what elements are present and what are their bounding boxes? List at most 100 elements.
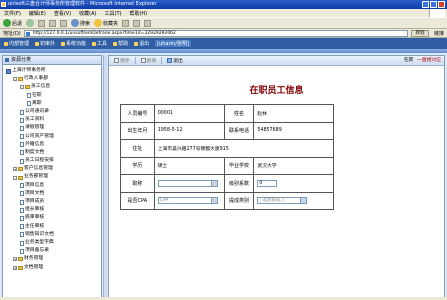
go-button[interactable]: 转到 xyxy=(410,29,429,37)
exit-button[interactable]: 退出 xyxy=(165,57,185,64)
tree-node[interactable]: 项目备忘录 xyxy=(3,247,101,255)
school-value[interactable]: 武汉大学 xyxy=(253,156,334,175)
tree-node[interactable]: + 文档管理 xyxy=(3,264,101,272)
education-value[interactable]: 硕士 xyxy=(153,156,225,175)
tree-node[interactable]: 上海计师事务所 xyxy=(3,67,101,75)
menu-help[interactable]: 帮助(H) xyxy=(129,10,147,17)
back-label: 后退 xyxy=(12,20,23,27)
tree-node[interactable]: 在职 xyxy=(3,91,101,100)
name-value[interactable]: 赵林 xyxy=(253,104,334,123)
computer-icon xyxy=(6,68,11,74)
print-icon[interactable] xyxy=(144,19,152,27)
commission-select[interactable]: [ 选加提成 ] xyxy=(257,197,308,205)
address-value[interactable]: 上海市吴兴路277号锦都大厦915 xyxy=(153,139,335,158)
menu-view[interactable]: 查看(V) xyxy=(54,10,71,17)
menu-tools[interactable]: 工具(T) xyxy=(105,10,122,17)
back-arrow-icon xyxy=(3,19,11,27)
tree-node-label: 公司资产管理 xyxy=(25,133,54,139)
refresh-icon[interactable] xyxy=(49,19,57,27)
tree-node[interactable]: - 业务部管理 xyxy=(3,173,101,181)
tree-node[interactable]: - 行政人事部 xyxy=(3,75,101,83)
maximize-button[interactable] xyxy=(430,1,437,8)
tree-node[interactable]: + 财务管理 xyxy=(3,255,101,263)
expand-icon[interactable]: + xyxy=(13,167,17,172)
tree-node[interactable]: 离职 xyxy=(3,100,101,108)
collapse-icon[interactable]: - xyxy=(13,77,17,82)
toolbar-divider xyxy=(134,57,136,64)
tree-node-label: 项目文档 xyxy=(25,190,45,196)
document-icon xyxy=(20,150,24,156)
breadcrumb-current: 在职 xyxy=(403,58,414,63)
birth-value[interactable]: 1958-5-12 xyxy=(153,121,225,140)
content-pane: 保存 新增 退出 在职 一盘相对应 在职员工信息 人员编号 00001 姓名 赵… xyxy=(108,55,445,298)
forward-button[interactable] xyxy=(26,19,35,27)
window-controls xyxy=(422,1,445,8)
tree-node[interactable]: 公司资产管理 xyxy=(3,133,101,141)
tree-node-label: 上海计师事务所 xyxy=(12,68,46,73)
tree-node[interactable]: 制度文档 xyxy=(3,149,101,157)
folder-icon xyxy=(25,85,30,90)
back-button[interactable]: 后退 xyxy=(3,19,22,27)
search-label: 搜索 xyxy=(80,20,91,27)
mail-icon[interactable] xyxy=(133,19,141,27)
menu-file[interactable]: 文件(F) xyxy=(4,10,21,17)
tree-node-label: 业务类型字典 xyxy=(25,239,54,245)
links-label[interactable]: 链接 xyxy=(434,30,444,37)
tree-node[interactable]: 项目信息 xyxy=(3,182,101,190)
level-input[interactable]: 0 xyxy=(257,179,278,187)
new-icon xyxy=(140,58,146,63)
search-button[interactable]: 搜索 xyxy=(71,19,90,27)
tree-node[interactable]: - 员工信息 xyxy=(3,83,101,91)
nav-icon xyxy=(35,41,40,46)
tree-node[interactable]: 员工日程安排 xyxy=(3,157,101,165)
pane-splitter[interactable] xyxy=(103,55,107,298)
tree-node-label: 员工日程安排 xyxy=(25,158,54,164)
save-button[interactable]: 保存 xyxy=(112,57,132,64)
tree-node[interactable]: 底审审核 xyxy=(3,214,101,222)
nav-logout[interactable]: 退出 xyxy=(134,40,149,47)
history-icon[interactable] xyxy=(122,19,130,27)
collapse-icon[interactable]: - xyxy=(20,85,24,90)
tree-node-label: 客户信息管理 xyxy=(24,166,53,172)
tree-node[interactable]: 项目成员 xyxy=(3,198,101,206)
tree-node[interactable]: 业务类型字典 xyxy=(3,239,101,247)
toolbar-divider xyxy=(161,57,163,64)
minimize-button[interactable] xyxy=(422,1,429,8)
collapse-icon[interactable]: - xyxy=(13,175,17,180)
tree-node[interactable]: 请假管理 xyxy=(3,124,101,132)
menu-favorites[interactable]: 收藏(A) xyxy=(79,10,96,17)
close-button[interactable] xyxy=(438,1,445,8)
folder-icon xyxy=(18,257,23,262)
home-icon[interactable] xyxy=(60,19,68,27)
breadcrumb-link[interactable]: 一盘相对应 xyxy=(417,58,441,63)
position-select[interactable] xyxy=(157,179,218,187)
nav-tools[interactable]: 工具 xyxy=(92,40,107,47)
menu-edit[interactable]: 编辑(E) xyxy=(29,10,46,17)
nav-internal[interactable]: 内部管理 xyxy=(4,40,29,47)
nav-review[interactable]: 初审外 xyxy=(35,40,55,47)
tree-node[interactable]: 公司通讯录 xyxy=(3,108,101,116)
cpa-select[interactable]: CPA xyxy=(157,197,218,205)
tree-node[interactable]: 主任审核 xyxy=(3,223,101,231)
phone-value[interactable]: 54857689 xyxy=(253,121,334,140)
label-education: 学历 xyxy=(120,156,155,175)
resource-tree: 上海计师事务所 - 行政人事部 - 员工信息 在职 离职 公司通讯录 员工资料 请假管理 公司资产管… xyxy=(3,65,101,272)
address-input[interactable]: http://127.0.0.1/unsoft/emDefrane.aspx?t… xyxy=(23,29,408,37)
stop-icon[interactable] xyxy=(38,19,46,27)
tree-node[interactable]: 外籍信息 xyxy=(3,141,101,149)
expand-icon[interactable]: + xyxy=(13,265,17,270)
tree-node[interactable]: 销售知识文档 xyxy=(3,231,101,239)
new-button[interactable]: 新增 xyxy=(139,57,159,64)
expand-icon[interactable]: + xyxy=(13,257,17,262)
nav-help[interactable]: 帮助 xyxy=(113,40,128,47)
emp-no-value[interactable]: 00001 xyxy=(153,104,225,123)
tree-node[interactable]: + 客户信息管理 xyxy=(3,165,101,173)
tree-node[interactable]: 组长审核 xyxy=(3,206,101,214)
tree-node[interactable]: 项目文档 xyxy=(3,190,101,198)
nav-system[interactable]: 系统功能 xyxy=(61,40,86,47)
favorites-button[interactable]: 收藏夹 xyxy=(94,19,118,27)
document-icon xyxy=(20,142,24,148)
tree-node-label: 员工信息 xyxy=(31,84,51,90)
banner-strip xyxy=(0,49,447,53)
tree-node[interactable]: 员工资料 xyxy=(3,116,101,124)
